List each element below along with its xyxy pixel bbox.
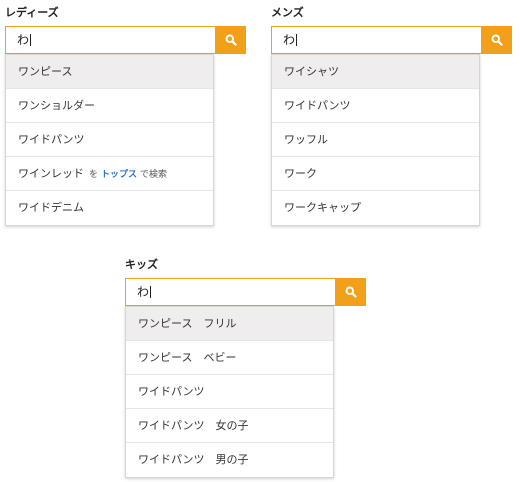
suggestion-item[interactable]: ワイドパンツ 女の子 xyxy=(126,409,333,443)
panel-title-ladies: レディーズ xyxy=(5,6,59,19)
suggestion-item[interactable]: ワークキャップ xyxy=(272,191,479,225)
suggestion-item[interactable]: ワイドデニム xyxy=(6,191,213,225)
text-cursor xyxy=(296,34,298,46)
category-link[interactable]: トップス xyxy=(101,170,137,180)
search-bar-kids: わ xyxy=(125,278,366,306)
search-icon xyxy=(491,34,503,46)
suggestion-item[interactable]: ワンピース xyxy=(6,55,213,89)
suggestion-item-category[interactable]: ワインレッドをトップス で検索 xyxy=(6,157,213,191)
suggestion-item[interactable]: ワイシャツ xyxy=(272,55,479,89)
search-icon xyxy=(225,34,237,46)
suggestion-item[interactable]: ワンピース フリル xyxy=(126,307,333,341)
suggestion-item[interactable]: ワイドパンツ xyxy=(126,375,333,409)
search-bar-mens: わ xyxy=(271,26,512,54)
suggestion-list-ladies: ワンピース ワンショルダー ワイドパンツ ワインレッドをトップス で検索 ワイドデ… xyxy=(5,54,214,226)
search-bar-ladies: わ xyxy=(5,26,246,54)
text-cursor xyxy=(150,286,152,298)
search-input-ladies[interactable]: わ xyxy=(5,26,215,54)
search-button-ladies[interactable] xyxy=(215,26,246,54)
suggestion-list-kids: ワンピース フリル ワンピース ベビー ワイドパンツ ワイドパンツ 女の子 ワイ… xyxy=(125,306,334,478)
search-input-mens[interactable]: わ xyxy=(271,26,481,54)
suggestion-item[interactable]: ワッフル xyxy=(272,123,479,157)
panel-title-mens: メンズ xyxy=(271,6,304,19)
search-button-mens[interactable] xyxy=(481,26,512,54)
search-input-kids[interactable]: わ xyxy=(125,278,335,306)
search-button-kids[interactable] xyxy=(335,278,366,306)
suggestion-item[interactable]: ワイドパンツ xyxy=(272,89,479,123)
suggestion-list-mens: ワイシャツ ワイドパンツ ワッフル ワーク ワークキャップ xyxy=(271,54,480,226)
suggestion-item[interactable]: ワンショルダー xyxy=(6,89,213,123)
search-icon xyxy=(345,286,357,298)
text-cursor xyxy=(30,34,32,46)
suggestion-item[interactable]: ワンピース ベビー xyxy=(126,341,333,375)
suggestion-item[interactable]: ワイドパンツ 男の子 xyxy=(126,443,333,477)
search-query-kids: わ xyxy=(137,285,150,299)
suggestion-item[interactable]: ワイドパンツ xyxy=(6,123,213,157)
panel-title-kids: キッズ xyxy=(125,258,158,271)
search-query-mens: わ xyxy=(283,33,296,47)
search-query-ladies: わ xyxy=(17,33,30,47)
suggestion-item[interactable]: ワーク xyxy=(272,157,479,191)
